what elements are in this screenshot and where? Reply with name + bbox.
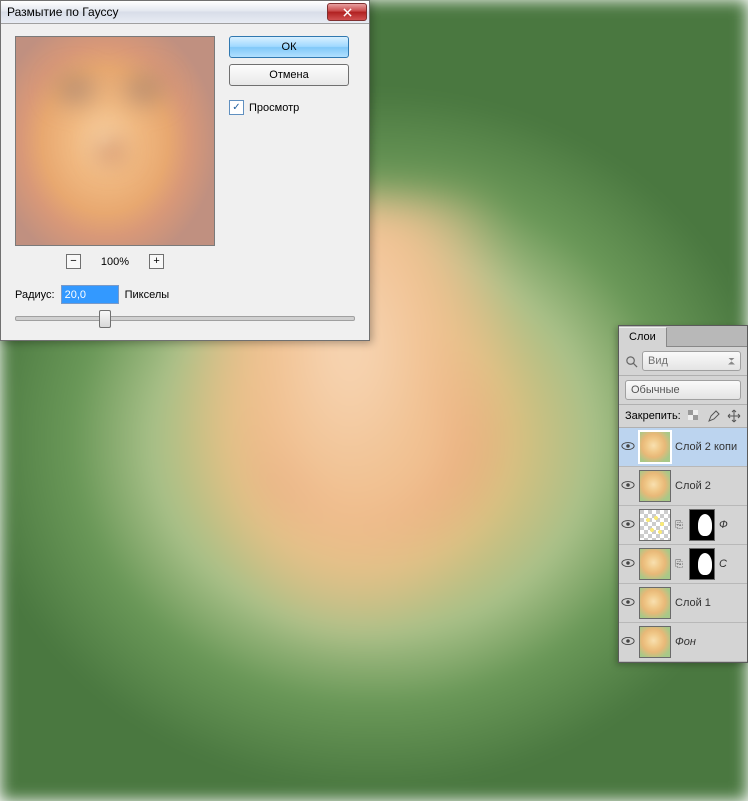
visibility-toggle[interactable]: [621, 597, 635, 610]
lock-label: Закрепить:: [625, 410, 681, 422]
layer-thumbnail[interactable]: [639, 509, 671, 541]
radius-slider[interactable]: [15, 310, 355, 326]
gaussian-blur-dialog: Размытие по Гауссу − 100% + ОК Отмена ✓ …: [0, 0, 370, 341]
cancel-button[interactable]: Отмена: [229, 64, 349, 86]
layer-thumbnail[interactable]: [639, 431, 671, 463]
layer-row[interactable]: Слой 1: [619, 584, 747, 623]
layer-row[interactable]: ⎘ С: [619, 545, 747, 584]
layer-name[interactable]: Слой 2: [675, 480, 711, 492]
layer-row[interactable]: Фон: [619, 623, 747, 662]
blend-mode-label: Обычные: [631, 384, 680, 396]
search-icon: [625, 355, 638, 368]
filter-kind-dropdown[interactable]: Вид: [642, 351, 741, 371]
layer-thumbnail[interactable]: [639, 587, 671, 619]
link-icon: ⎘: [675, 559, 685, 570]
lock-brush-icon[interactable]: [707, 409, 721, 423]
layer-row[interactable]: Слой 2: [619, 467, 747, 506]
layers-panel: Слои Вид Обычные Закрепить: Слой 2 копи …: [618, 325, 748, 663]
layer-row[interactable]: Слой 2 копи: [619, 428, 747, 467]
link-icon: ⎘: [675, 520, 685, 531]
lock-transparency-icon[interactable]: [687, 409, 701, 423]
layer-thumbnail[interactable]: [639, 470, 671, 502]
visibility-toggle[interactable]: [621, 636, 635, 649]
dialog-titlebar[interactable]: Размытие по Гауссу: [1, 1, 369, 24]
layer-name[interactable]: Ф: [719, 519, 728, 531]
layer-name[interactable]: Фон: [675, 636, 696, 648]
layer-name[interactable]: Слой 2 копи: [675, 441, 737, 453]
layer-name[interactable]: Слой 1: [675, 597, 711, 609]
tab-layers[interactable]: Слои: [619, 327, 667, 347]
layers-list: Слой 2 копи Слой 2 ⎘ Ф ⎘ С Слой 1: [619, 428, 747, 662]
layer-mask-thumbnail[interactable]: [689, 548, 715, 580]
layer-row[interactable]: ⎘ Ф: [619, 506, 747, 545]
filter-kind-label: Вид: [648, 355, 668, 367]
visibility-toggle[interactable]: [621, 558, 635, 571]
slider-track: [15, 316, 355, 321]
layer-thumbnail[interactable]: [639, 626, 671, 658]
visibility-toggle[interactable]: [621, 519, 635, 532]
layer-thumbnail[interactable]: [639, 548, 671, 580]
close-icon: [343, 8, 352, 17]
visibility-toggle[interactable]: [621, 441, 635, 454]
preview-image[interactable]: [15, 36, 215, 246]
lock-move-icon[interactable]: [727, 409, 741, 423]
blend-mode-dropdown[interactable]: Обычные: [625, 380, 741, 400]
preview-checkbox[interactable]: ✓: [229, 100, 244, 115]
radius-unit: Пикселы: [125, 289, 170, 301]
layer-name[interactable]: С: [719, 558, 727, 570]
zoom-level: 100%: [101, 256, 129, 268]
preview-checkbox-label: Просмотр: [249, 102, 299, 114]
close-button[interactable]: [327, 3, 367, 21]
radius-input[interactable]: [61, 285, 119, 304]
slider-thumb[interactable]: [99, 310, 111, 328]
zoom-in-button[interactable]: +: [149, 254, 164, 269]
visibility-toggle[interactable]: [621, 480, 635, 493]
zoom-out-button[interactable]: −: [66, 254, 81, 269]
layer-mask-thumbnail[interactable]: [689, 509, 715, 541]
radius-label: Радиус:: [15, 289, 55, 301]
dialog-title: Размытие по Гауссу: [7, 5, 327, 19]
ok-button[interactable]: ОК: [229, 36, 349, 58]
panel-tabs: Слои: [619, 326, 747, 347]
